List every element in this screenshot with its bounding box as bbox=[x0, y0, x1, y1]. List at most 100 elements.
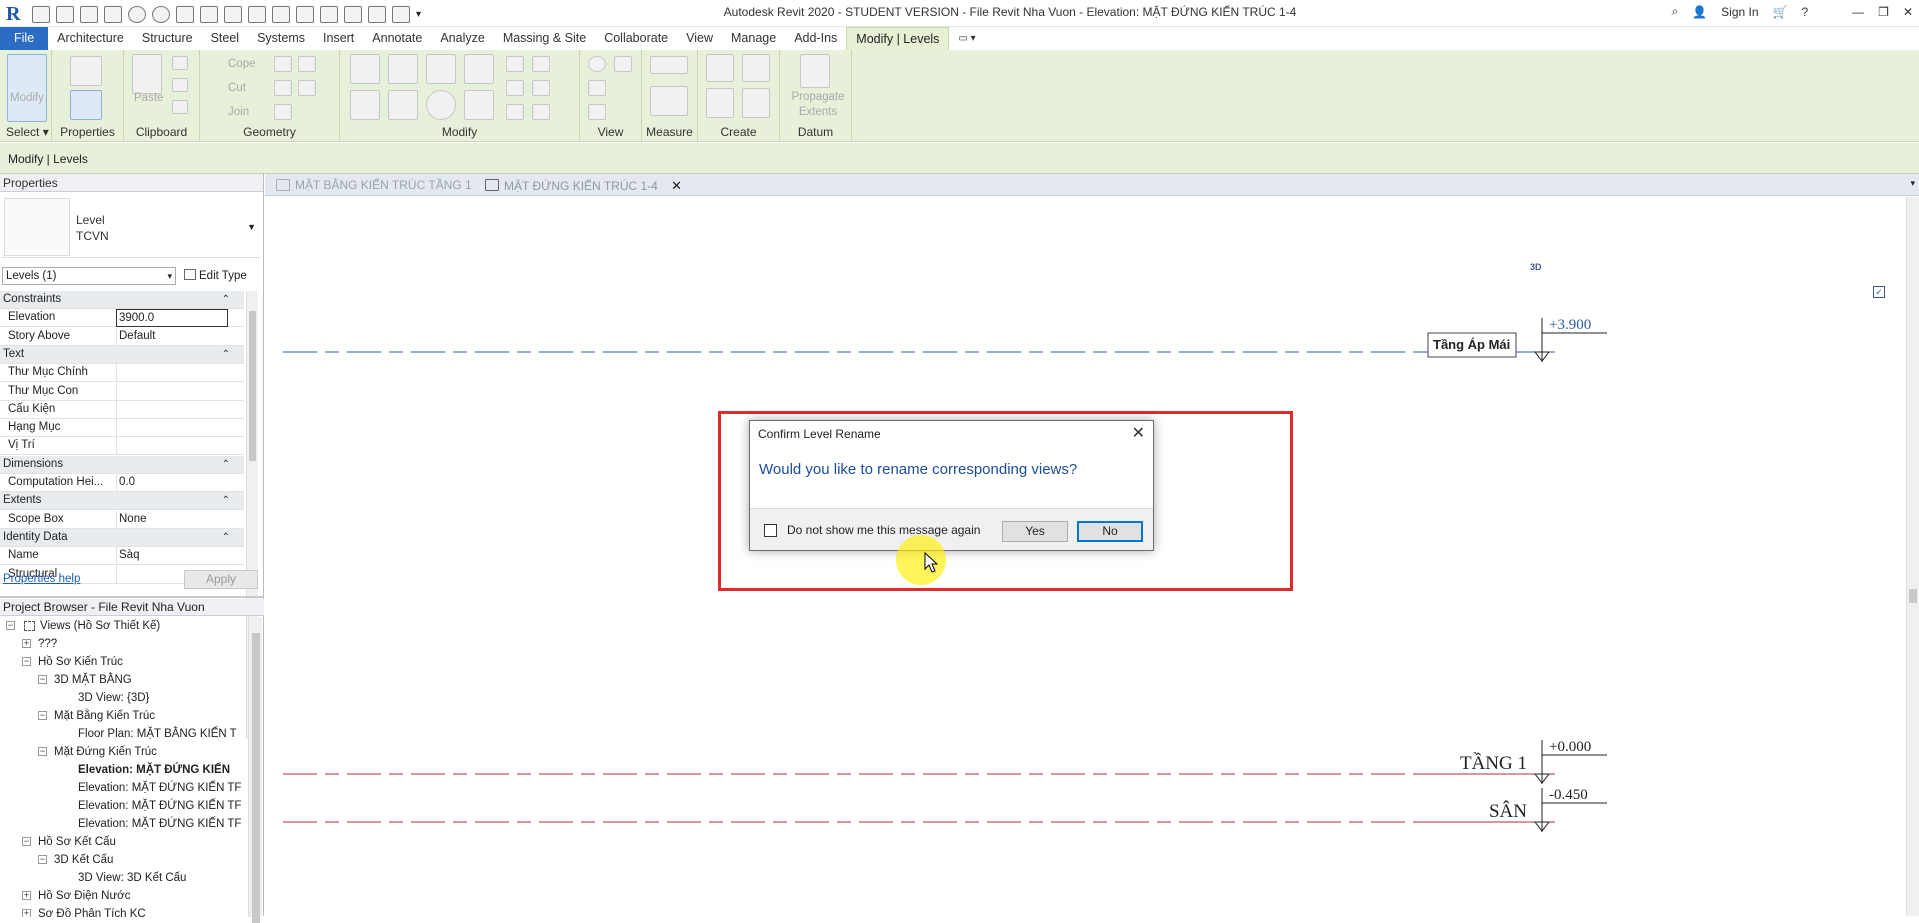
prop-value[interactable] bbox=[116, 400, 228, 419]
section-icon[interactable] bbox=[320, 5, 338, 23]
help-icon[interactable]: ? bbox=[1801, 5, 1808, 19]
user-icon[interactable]: 👤 bbox=[1692, 5, 1707, 19]
undo-icon[interactable] bbox=[128, 5, 146, 23]
split-icon[interactable] bbox=[506, 56, 524, 72]
offset-icon[interactable] bbox=[388, 54, 418, 84]
collapse-icon[interactable]: − bbox=[22, 837, 31, 846]
copy-modify-icon[interactable] bbox=[388, 90, 418, 120]
open-icon[interactable] bbox=[32, 5, 50, 23]
switch-windows-icon[interactable] bbox=[392, 5, 410, 23]
measure-icon[interactable] bbox=[200, 5, 218, 23]
aligned-dimension-icon[interactable] bbox=[224, 5, 242, 23]
override-graphics-icon[interactable] bbox=[588, 80, 606, 96]
folder-icon[interactable] bbox=[56, 5, 74, 23]
type-properties-icon[interactable] bbox=[70, 56, 102, 86]
prop-section-constraints[interactable]: Constraints ⌃ bbox=[0, 291, 244, 309]
type-dropdown-icon[interactable]: ▼ bbox=[247, 222, 256, 232]
browser-scroll-thumb[interactable] bbox=[252, 633, 260, 923]
menu-tab-view[interactable]: View bbox=[677, 27, 722, 50]
prop-value[interactable] bbox=[116, 419, 228, 438]
properties-help-link[interactable]: Properties help bbox=[3, 573, 80, 585]
collapse-icon[interactable]: − bbox=[38, 711, 47, 720]
rotate-icon[interactable] bbox=[426, 90, 456, 120]
create-similar-icon[interactable] bbox=[742, 88, 770, 118]
split-face-icon[interactable] bbox=[274, 80, 292, 96]
propagate-extents-icon[interactable] bbox=[800, 54, 830, 88]
prop-section-extents[interactable]: Extents ⌃ bbox=[0, 492, 244, 511]
collapse-icon[interactable]: − bbox=[38, 675, 47, 684]
save-icon[interactable] bbox=[80, 5, 98, 23]
trim-icon[interactable] bbox=[464, 90, 494, 120]
prop-value[interactable] bbox=[116, 364, 228, 383]
mirror-axis-icon[interactable] bbox=[426, 54, 456, 84]
edit-type-button[interactable]: Edit Type bbox=[182, 267, 262, 285]
unpin-icon[interactable] bbox=[506, 104, 524, 120]
level-elevation[interactable]: +3.900 bbox=[1549, 317, 1591, 333]
revit-logo[interactable]: R bbox=[6, 4, 26, 24]
collapse-icon[interactable]: ⌃ bbox=[222, 492, 230, 509]
tab-plan-tang-1[interactable]: MẶT BẰNG KIẾN TRÚC TẦNG 1 bbox=[271, 175, 472, 196]
cart-icon[interactable]: 🛒 bbox=[1773, 5, 1788, 19]
sync-icon[interactable] bbox=[104, 5, 122, 23]
dont-show-again-label[interactable]: Do not show me this message again bbox=[787, 523, 980, 537]
pin-icon[interactable] bbox=[532, 80, 550, 96]
dialog-close-icon[interactable]: ✕ bbox=[1132, 423, 1145, 443]
prop-section-dimensions[interactable]: Dimensions ⌃ bbox=[0, 455, 244, 474]
linework-icon[interactable] bbox=[588, 104, 606, 120]
menu-tab-steel[interactable]: Steel bbox=[202, 27, 249, 50]
prop-value[interactable]: None bbox=[116, 510, 228, 529]
scale-icon[interactable] bbox=[506, 80, 524, 96]
apply-button[interactable]: Apply bbox=[184, 570, 258, 589]
prop-section-text[interactable]: Text ⌃ bbox=[0, 345, 244, 364]
create-group-icon[interactable] bbox=[706, 88, 734, 118]
restore-button[interactable]: ❐ bbox=[1878, 5, 1889, 19]
close-tab-icon[interactable]: ✕ bbox=[671, 178, 682, 193]
level-elevation[interactable]: -0.450 bbox=[1549, 787, 1588, 803]
hide-icon[interactable] bbox=[588, 56, 606, 72]
collapse-icon[interactable]: − bbox=[6, 621, 15, 630]
panel-divider[interactable] bbox=[0, 596, 264, 598]
tag-icon[interactable] bbox=[248, 5, 266, 23]
copy-icon[interactable] bbox=[172, 78, 188, 92]
measure-between-icon[interactable] bbox=[650, 56, 688, 74]
menu-tab-massing-site[interactable]: Massing & Site bbox=[494, 27, 595, 50]
collapse-icon[interactable]: ⌃ bbox=[222, 346, 230, 363]
browser-scrollbar[interactable] bbox=[248, 617, 262, 923]
close-window-button[interactable]: ✕ bbox=[1903, 5, 1913, 19]
expand-icon[interactable]: + bbox=[22, 891, 31, 900]
demolish-icon[interactable] bbox=[274, 104, 292, 120]
menu-tab-insert[interactable]: Insert bbox=[314, 27, 363, 50]
hide-bubble-checkbox[interactable]: ✓ bbox=[1873, 286, 1885, 298]
properties-icon[interactable] bbox=[70, 90, 102, 120]
3d-extents-tag[interactable]: 3D bbox=[1530, 262, 1542, 272]
wall-joins-icon[interactable] bbox=[274, 56, 292, 72]
aligned-dim-icon[interactable] bbox=[650, 86, 688, 116]
prop-value[interactable]: 0.0 bbox=[116, 474, 228, 492]
collapse-icon[interactable]: ⌃ bbox=[222, 529, 230, 546]
collapse-icon[interactable]: ⌃ bbox=[222, 291, 230, 308]
thin-lines-icon[interactable] bbox=[344, 5, 362, 23]
level-name[interactable]: TẦNG 1 bbox=[1460, 752, 1527, 774]
binoculars-icon[interactable]: ⌕ bbox=[1671, 4, 1678, 19]
align-icon[interactable] bbox=[350, 54, 380, 84]
prop-value[interactable] bbox=[116, 437, 228, 456]
view-options-icon[interactable] bbox=[614, 56, 632, 72]
paint-icon[interactable] bbox=[298, 80, 316, 96]
menu-tab-manage[interactable]: Manage bbox=[722, 27, 785, 50]
no-button[interactable]: No bbox=[1077, 521, 1143, 542]
mirror-draw-icon[interactable] bbox=[464, 54, 494, 84]
instance-filter-select[interactable]: Levels (1) ▾ bbox=[2, 267, 176, 285]
collapse-icon[interactable]: − bbox=[38, 747, 47, 756]
menu-tab-systems[interactable]: Systems bbox=[248, 27, 314, 50]
menu-tab-annotate[interactable]: Annotate bbox=[363, 27, 431, 50]
close-hidden-icon[interactable] bbox=[368, 5, 386, 23]
create-parts-icon[interactable] bbox=[742, 54, 770, 82]
paste-icon[interactable] bbox=[132, 54, 162, 94]
sign-in-link[interactable]: Sign In bbox=[1721, 5, 1758, 19]
delete-icon[interactable] bbox=[532, 104, 550, 120]
redo-icon[interactable] bbox=[152, 5, 170, 23]
join-roof-icon[interactable] bbox=[298, 56, 316, 72]
dont-show-again-checkbox[interactable] bbox=[764, 524, 777, 537]
properties-scroll-thumb[interactable] bbox=[249, 311, 256, 461]
minimize-button[interactable]: — bbox=[1852, 5, 1864, 19]
